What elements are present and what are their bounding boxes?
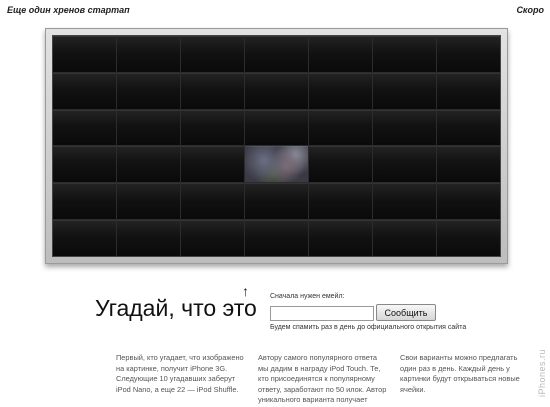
- hidden-tile: [309, 36, 372, 72]
- puzzle-frame: [45, 28, 508, 264]
- hidden-tile: [53, 183, 116, 220]
- hidden-tile: [309, 183, 372, 220]
- hidden-tile: [373, 220, 436, 256]
- hidden-tile: [53, 36, 116, 72]
- hidden-tile: [53, 72, 116, 109]
- hidden-tile: [245, 220, 308, 256]
- puzzle-grid: [52, 35, 501, 257]
- hidden-tile: [437, 220, 500, 256]
- hidden-tile: [53, 146, 116, 183]
- hidden-tile: [117, 183, 180, 220]
- hidden-tile: [437, 183, 500, 220]
- hidden-tile: [309, 146, 372, 183]
- email-note: Будем спамить раз в день до официального…: [270, 324, 467, 331]
- hidden-tile: [309, 109, 372, 146]
- hidden-tile: [437, 72, 500, 109]
- hidden-tile: [309, 220, 372, 256]
- hidden-tile: [117, 36, 180, 72]
- hidden-tile: [373, 72, 436, 109]
- hidden-tile: [245, 36, 308, 72]
- hidden-tile: [373, 36, 436, 72]
- hidden-tile: [373, 109, 436, 146]
- hidden-tile: [245, 72, 308, 109]
- submit-button[interactable]: Сообщить: [376, 304, 436, 321]
- hidden-tile: [181, 183, 244, 220]
- hidden-tile: [437, 146, 500, 183]
- soon-link[interactable]: Скоро: [516, 5, 544, 15]
- prize-info-text: Первый, кто угадает, что изображено на к…: [116, 353, 244, 394]
- hidden-tile: [245, 109, 308, 146]
- hidden-tile: [181, 220, 244, 256]
- email-label: Сначала нужен емейл:: [270, 293, 345, 300]
- hidden-tile: [53, 220, 116, 256]
- hidden-tile: [373, 183, 436, 220]
- hidden-tile: [181, 146, 244, 183]
- popular-answer-info-text: Автору самого популярного ответа мы дади…: [258, 353, 387, 404]
- hidden-tile: [181, 109, 244, 146]
- hidden-tile: [437, 109, 500, 146]
- hidden-tile: [181, 72, 244, 109]
- hidden-tile: [117, 146, 180, 183]
- site-title: Еще один хренов стартап: [7, 5, 130, 15]
- daily-guess-info-text: Свои варианты можно предлагать один раз …: [400, 353, 520, 394]
- hidden-tile: [117, 72, 180, 109]
- hidden-tile: [309, 72, 372, 109]
- revealed-tile: [245, 146, 308, 183]
- hidden-tile: [245, 183, 308, 220]
- hidden-tile: [117, 220, 180, 256]
- email-input[interactable]: [270, 306, 374, 321]
- hidden-tile: [53, 109, 116, 146]
- guess-headline: Угадай, что это: [95, 295, 257, 321]
- hidden-tile: [117, 109, 180, 146]
- hidden-tile: [437, 36, 500, 72]
- hidden-tile: [181, 36, 244, 72]
- watermark-text: iPhones.ru: [537, 348, 547, 397]
- hidden-tile: [373, 146, 436, 183]
